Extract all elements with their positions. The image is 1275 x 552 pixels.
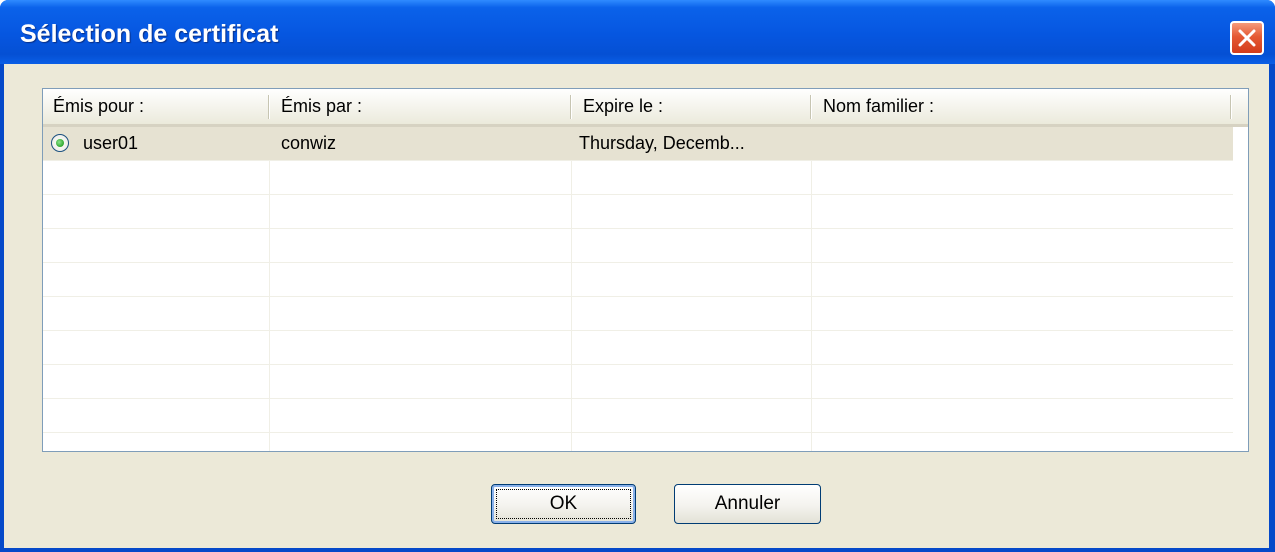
column-header-friendly-name[interactable]: Nom familier :	[813, 89, 1233, 124]
window-border-bottom	[0, 548, 1275, 552]
close-icon	[1238, 29, 1256, 47]
certificate-list[interactable]: Émis pour : Émis par : Expire le : Nom f…	[42, 88, 1249, 452]
radio-dot	[56, 139, 64, 147]
title-bar[interactable]: Sélection de certificat	[0, 0, 1275, 64]
column-separator[interactable]	[810, 95, 812, 119]
column-separator	[1230, 95, 1232, 119]
dialog-body: Émis pour : Émis par : Expire le : Nom f…	[4, 64, 1269, 548]
column-separator[interactable]	[570, 95, 572, 119]
certificate-selection-dialog: Sélection de certificat Émis pour : Émis…	[0, 0, 1275, 552]
window-title: Sélection de certificat	[20, 20, 279, 48]
column-separator[interactable]	[268, 95, 270, 119]
empty-row	[43, 195, 1233, 229]
close-button[interactable]	[1230, 21, 1264, 55]
cell-friendly-name	[823, 127, 1223, 160]
list-header: Émis pour : Émis par : Expire le : Nom f…	[43, 89, 1248, 127]
empty-row	[43, 331, 1233, 365]
empty-row	[43, 297, 1233, 331]
radio-selected-icon[interactable]	[51, 134, 69, 152]
empty-row	[43, 263, 1233, 297]
empty-row	[43, 433, 1233, 451]
column-header-issued-to[interactable]: Émis pour :	[43, 89, 271, 124]
cancel-button[interactable]: Annuler	[674, 484, 821, 524]
empty-row	[43, 399, 1233, 433]
cell-issued-by: conwiz	[281, 133, 337, 153]
empty-row	[43, 161, 1233, 195]
cancel-button-label: Annuler	[714, 493, 781, 514]
focus-rectangle	[496, 489, 631, 519]
list-scroll-area	[1233, 127, 1248, 451]
column-header-expires[interactable]: Expire le :	[573, 89, 813, 124]
table-row[interactable]: user01 conwiz Thursday, Decemb...	[43, 127, 1233, 161]
window-border-right	[1269, 64, 1275, 552]
cell-issued-to: user01	[83, 133, 139, 153]
empty-row	[43, 229, 1233, 263]
column-header-issued-by[interactable]: Émis par :	[271, 89, 573, 124]
empty-row	[43, 365, 1233, 399]
ok-button[interactable]: OK	[491, 484, 636, 524]
cell-expires: Thursday, Decemb...	[579, 133, 745, 153]
